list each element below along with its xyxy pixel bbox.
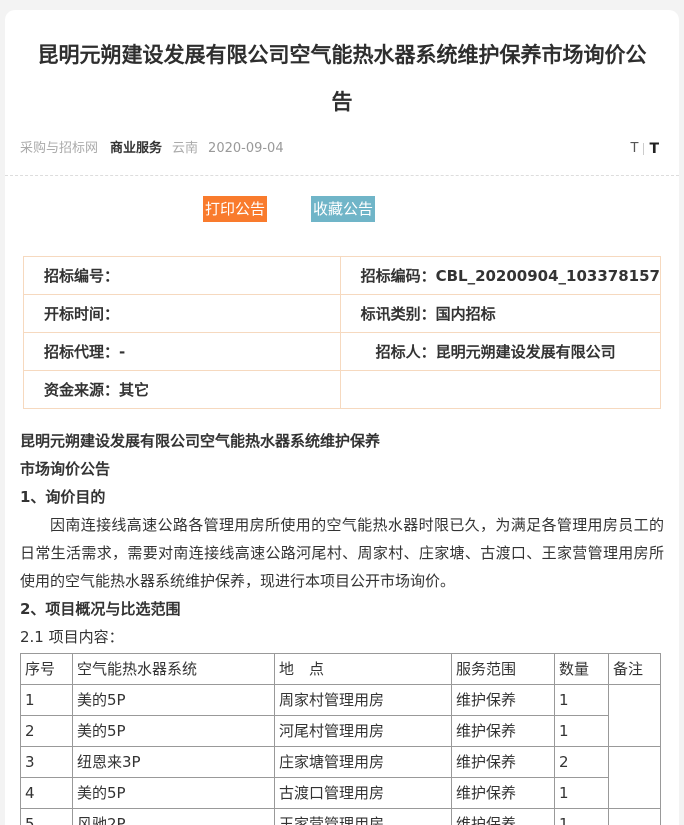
col-header-qty: 数量 <box>555 653 609 684</box>
project-content-table: 序号 空气能热水器系统 地 点 服务范围 数量 备注 1 美的5P 周家村管理用… <box>20 653 661 825</box>
table-header-row: 序号 空气能热水器系统 地 点 服务范围 数量 备注 <box>21 653 661 684</box>
cell-qty: 2 <box>555 746 609 777</box>
cell-system: 美的5P <box>73 684 275 715</box>
body-heading-line1: 昆明元朔建设发展有限公司空气能热水器系统维护保养 <box>20 427 664 455</box>
cell-remark <box>609 684 661 746</box>
page-title: 昆明元朔建设发展有限公司空气能热水器系统维护保养市场询价公告 <box>29 32 655 126</box>
section2-subtitle: 2.1 项目内容： <box>20 623 664 651</box>
action-buttons: 打印公告 收藏公告 <box>15 196 669 222</box>
col-header-scope: 服务范围 <box>452 653 555 684</box>
cell-scope: 维护保养 <box>452 715 555 746</box>
cell-scope: 维护保养 <box>452 808 555 825</box>
notice-category-value: 标讯类别：国内招标 <box>340 294 660 332</box>
cell-remark <box>609 746 661 808</box>
cell-seq: 2 <box>21 715 73 746</box>
fund-source-value: 资金来源：其它 <box>24 370 341 408</box>
cell-scope: 维护保养 <box>452 746 555 777</box>
cell-scope: 维护保养 <box>452 684 555 715</box>
cell-location: 河尾村管理用房 <box>275 715 452 746</box>
cell-location: 王家营管理用房 <box>275 808 452 825</box>
table-row: 招标代理：- 招标人：昆明元朔建设发展有限公司 <box>24 332 661 370</box>
cell-location: 古渡口管理用房 <box>275 777 452 808</box>
meta-date: 2020-09-04 <box>208 141 284 156</box>
meta-region-link[interactable]: 云南 <box>172 137 198 156</box>
announcement-card: 昆明元朔建设发展有限公司空气能热水器系统维护保养市场询价公告 采购与招标网 商业… <box>5 10 679 825</box>
cell-seq: 5 <box>21 808 73 825</box>
body-heading-line2: 市场询价公告 <box>20 455 664 483</box>
cell-seq: 3 <box>21 746 73 777</box>
font-size-small-button[interactable]: T <box>625 141 643 156</box>
empty-cell <box>340 370 660 408</box>
tenderee-value: 招标人：昆明元朔建设发展有限公司 <box>340 332 660 370</box>
cell-system: 纽恩来3P <box>73 746 275 777</box>
col-header-location: 地 点 <box>275 653 452 684</box>
cell-scope: 维护保养 <box>452 777 555 808</box>
favorite-announcement-button[interactable]: 收藏公告 <box>311 196 375 222</box>
section2-title: 2、项目概况与比选范围 <box>20 595 664 623</box>
table-row: 1 美的5P 周家村管理用房 维护保养 1 <box>21 684 661 715</box>
meta-source-link[interactable]: 采购与招标网 <box>20 137 98 156</box>
section1-title: 1、询价目的 <box>20 483 664 511</box>
table-row: 2 美的5P 河尾村管理用房 维护保养 1 <box>21 715 661 746</box>
col-header-seq: 序号 <box>21 653 73 684</box>
cell-system: 风驰2P <box>73 808 275 825</box>
table-row: 开标时间： 标讯类别：国内招标 <box>24 294 661 332</box>
bid-open-time-label: 开标时间： <box>24 294 341 332</box>
font-size-large-button[interactable]: T <box>644 141 664 157</box>
col-header-system: 空气能热水器系统 <box>73 653 275 684</box>
tender-code-value: 招标编码：CBL_20200904_103378157 <box>340 256 660 294</box>
cell-qty: 1 <box>555 684 609 715</box>
table-row: 资金来源：其它 <box>24 370 661 408</box>
dashed-separator <box>5 175 679 176</box>
cell-seq: 4 <box>21 777 73 808</box>
table-row: 3 纽恩来3P 庄家塘管理用房 维护保养 2 <box>21 746 661 777</box>
cell-system: 美的5P <box>73 715 275 746</box>
cell-qty: 1 <box>555 808 609 825</box>
table-row: 4 美的5P 古渡口管理用房 维护保养 1 <box>21 777 661 808</box>
col-header-remark: 备注 <box>609 653 661 684</box>
print-announcement-button[interactable]: 打印公告 <box>203 196 267 222</box>
cell-remark <box>609 808 661 825</box>
table-row: 5 风驰2P 王家营管理用房 维护保养 1 <box>21 808 661 825</box>
announcement-body: 昆明元朔建设发展有限公司空气能热水器系统维护保养 市场询价公告 1、询价目的 因… <box>20 427 664 825</box>
cell-location: 周家村管理用房 <box>275 684 452 715</box>
cell-location: 庄家塘管理用房 <box>275 746 452 777</box>
tender-info-table: 招标编号： 招标编码：CBL_20200904_103378157 开标时间： … <box>23 256 661 409</box>
meta-category-link[interactable]: 商业服务 <box>110 137 162 156</box>
cell-seq: 1 <box>21 684 73 715</box>
cell-system: 美的5P <box>73 777 275 808</box>
section1-paragraph: 因南连接线高速公路各管理用房所使用的空气能热水器时限已久，为满足各管理用房员工的… <box>20 511 664 595</box>
table-row: 招标编号： 招标编码：CBL_20200904_103378157 <box>24 256 661 294</box>
meta-bar: 采购与招标网 商业服务 云南 2020-09-04 T T <box>20 137 664 157</box>
tender-agent-value: 招标代理：- <box>24 332 341 370</box>
cell-qty: 1 <box>555 715 609 746</box>
font-size-controls: T T <box>625 141 664 157</box>
tender-number-label: 招标编号： <box>24 256 341 294</box>
cell-qty: 1 <box>555 777 609 808</box>
